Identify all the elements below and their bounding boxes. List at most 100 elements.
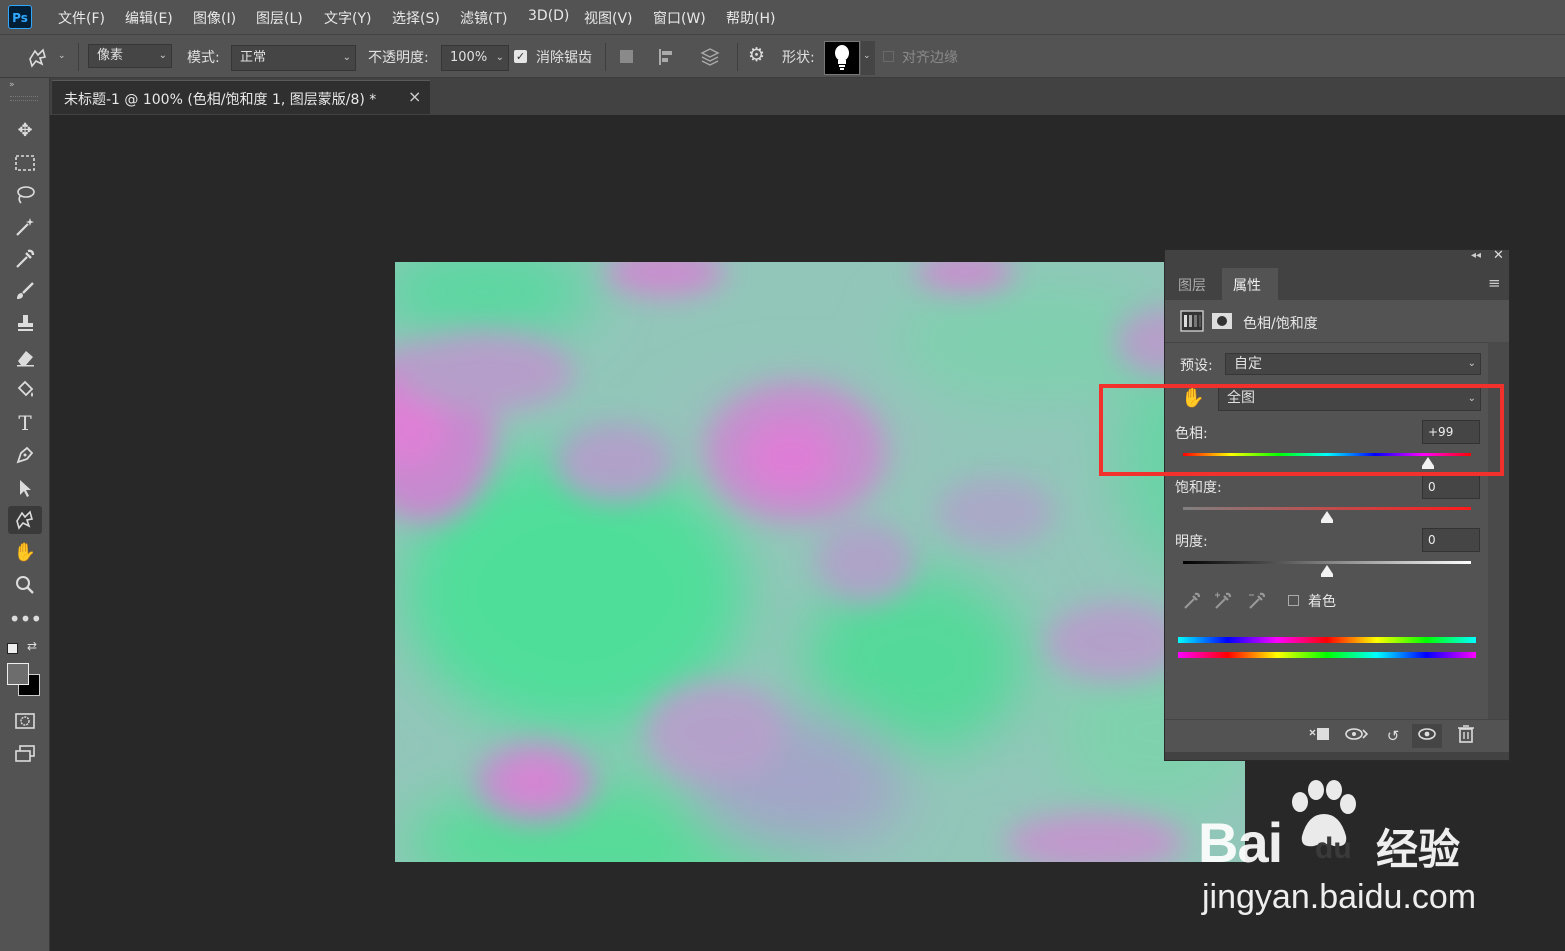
colorize-checkbox[interactable]	[1288, 595, 1299, 606]
watermark-url: jingyan.baidu.com	[1202, 878, 1477, 916]
chevron-down-icon: ⌄	[158, 50, 167, 61]
swap-colors-icon[interactable]: ⇄	[27, 639, 37, 653]
view-previous-state-icon[interactable]	[1343, 724, 1369, 748]
menu-help[interactable]: 帮助(H)	[726, 8, 775, 28]
hue-saturation-adjustment-icon[interactable]	[1180, 310, 1204, 332]
path-alignment-icon[interactable]	[656, 47, 676, 67]
separator	[737, 43, 738, 71]
antialias-checkbox[interactable]: ✓	[514, 50, 527, 63]
highlight-annotation-box	[1099, 384, 1504, 476]
watermark-brand: Bai	[1198, 811, 1283, 874]
paint-bucket-tool-icon[interactable]	[8, 376, 42, 404]
close-panel-icon[interactable]: ✕	[1493, 248, 1504, 263]
lightness-slider-thumb[interactable]	[1321, 565, 1333, 577]
adjustment-title: 色相/饱和度	[1243, 316, 1318, 332]
foreground-color-swatch[interactable]	[7, 663, 29, 685]
marquee-tool-icon[interactable]	[8, 149, 42, 177]
lightness-input[interactable]: 0	[1422, 528, 1480, 552]
screen-mode-icon[interactable]	[8, 740, 42, 768]
expand-toolbar-icon[interactable]: »	[9, 80, 15, 90]
output-color-bar	[1178, 637, 1476, 643]
menu-type[interactable]: 文字(Y)	[324, 8, 371, 28]
separator	[78, 43, 79, 71]
input-color-bar	[1178, 652, 1476, 658]
eyedropper-add-icon[interactable]	[1213, 591, 1233, 611]
lightness-label: 明度:	[1175, 534, 1208, 550]
divider	[1165, 342, 1509, 343]
brush-tool-icon[interactable]	[8, 277, 42, 305]
saturation-slider-thumb[interactable]	[1321, 511, 1333, 523]
pen-tool-icon[interactable]	[8, 441, 42, 469]
antialias-label: 消除锯齿	[536, 50, 592, 66]
layer-mask-icon[interactable]	[1211, 312, 1233, 330]
document-tab-title: 未标题-1 @ 100% (色相/饱和度 1, 图层蒙版/8) *	[64, 92, 377, 108]
tab-properties[interactable]: 属性	[1222, 268, 1278, 300]
blend-mode-dropdown[interactable]: 正常 ⌄	[231, 45, 356, 71]
clip-to-layer-icon[interactable]	[1307, 724, 1333, 748]
menu-window[interactable]: 窗口(W)	[653, 8, 706, 28]
menu-filter[interactable]: 滤镜(T)	[460, 8, 507, 28]
collapse-panel-icon[interactable]: ◂◂	[1471, 250, 1481, 261]
chevron-down-icon: ⌄	[1467, 358, 1476, 369]
lightness-slider-track[interactable]	[1183, 561, 1471, 564]
menu-file[interactable]: 文件(F)	[58, 8, 105, 28]
toolbar-grip[interactable]	[10, 96, 38, 101]
saturation-label: 饱和度:	[1175, 480, 1222, 496]
lasso-tool-icon[interactable]	[8, 181, 42, 209]
stamp-tool-icon[interactable]	[8, 309, 42, 337]
panel-resize-grip[interactable]	[1165, 752, 1509, 760]
eraser-tool-icon[interactable]	[8, 343, 42, 371]
eyedropper-tool-icon[interactable]	[8, 245, 42, 273]
close-tab-icon[interactable]: ×	[408, 87, 421, 106]
path-operations-icon[interactable]	[620, 50, 633, 63]
opacity-input[interactable]: 100% ⌄	[441, 45, 509, 71]
zoom-tool-icon[interactable]	[8, 571, 42, 599]
tab-layers[interactable]: 图层	[1167, 268, 1219, 300]
trash-icon[interactable]	[1453, 724, 1479, 748]
reset-icon[interactable]: ↺	[1380, 724, 1406, 748]
tools-panel: » ✥ T ✋ ••• ⇄	[0, 78, 50, 951]
shape-picker-dropdown[interactable]: ⌄	[861, 41, 875, 75]
tab-layers-label: 图层	[1178, 278, 1206, 294]
menu-select[interactable]: 选择(S)	[392, 8, 440, 28]
document-tab[interactable]: 未标题-1 @ 100% (色相/饱和度 1, 图层蒙版/8) * ×	[52, 80, 430, 114]
shape-label: 形状:	[782, 50, 815, 66]
more-tools-icon[interactable]: •••	[8, 605, 42, 633]
custom-shape-tool-icon[interactable]	[8, 506, 42, 534]
chevron-down-icon: ⌄	[863, 51, 871, 61]
mode-label: 模式:	[187, 50, 220, 66]
saturation-input[interactable]: 0	[1422, 475, 1480, 499]
saturation-slider-track[interactable]	[1183, 507, 1471, 510]
menu-edit[interactable]: 编辑(E)	[125, 8, 173, 28]
colorize-label: 着色	[1308, 594, 1336, 610]
quick-mask-icon[interactable]	[8, 707, 42, 735]
magic-wand-tool-icon[interactable]	[8, 213, 42, 241]
menu-image[interactable]: 图像(I)	[193, 8, 236, 28]
path-arrangement-icon[interactable]	[697, 45, 723, 69]
panel-menu-icon[interactable]: ≡	[1488, 274, 1501, 292]
menu-view[interactable]: 视图(V)	[584, 8, 633, 28]
path-selection-tool-icon[interactable]	[8, 474, 42, 502]
menu-3d[interactable]: 3D(D)	[528, 8, 569, 24]
default-colors-icon[interactable]	[7, 643, 18, 654]
custom-shape-tool-icon[interactable]	[26, 47, 50, 69]
photoshop-logo: Ps	[8, 5, 32, 29]
panel-header-bar[interactable]: ◂◂ ✕	[1165, 248, 1509, 267]
preset-dropdown[interactable]: 自定 ⌄	[1225, 353, 1481, 375]
tool-preset-chevron-icon[interactable]: ⌄	[58, 51, 66, 61]
hand-tool-icon[interactable]: ✋	[8, 539, 42, 567]
eyedropper-subtract-icon[interactable]	[1247, 591, 1267, 611]
gear-icon[interactable]: ⚙	[748, 44, 765, 66]
align-edges-checkbox[interactable]	[883, 51, 894, 62]
tool-mode-dropdown[interactable]: 像素 ⌄	[88, 44, 172, 68]
chevron-down-icon: ⌄	[495, 52, 504, 63]
eyedropper-icon[interactable]	[1182, 591, 1202, 611]
document-canvas[interactable]	[395, 262, 1245, 862]
separator	[605, 43, 606, 71]
menu-layer[interactable]: 图层(L)	[256, 8, 303, 28]
type-tool-icon[interactable]: T	[8, 409, 42, 437]
eye-visibility-icon[interactable]	[1412, 724, 1442, 748]
shape-picker[interactable]	[824, 41, 860, 75]
move-tool-icon[interactable]: ✥	[8, 117, 42, 145]
tab-properties-label: 属性	[1233, 278, 1261, 294]
